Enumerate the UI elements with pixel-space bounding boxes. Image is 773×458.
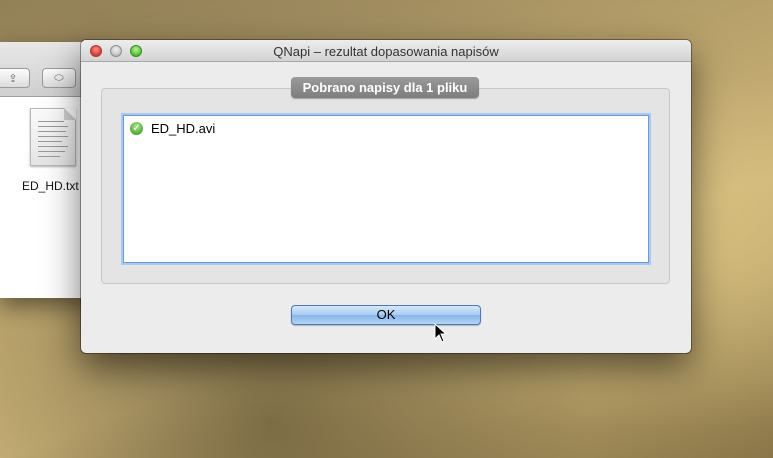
check-icon: ✓ [130, 121, 143, 135]
file-name-label[interactable]: ED_HD.txt [22, 179, 79, 193]
text-file-icon[interactable] [30, 108, 76, 166]
mouse-cursor-icon [434, 323, 448, 343]
tag-button[interactable]: ⬭ [42, 68, 76, 88]
list-item[interactable]: ✓ ED_HD.avi [130, 120, 215, 136]
share-button[interactable]: ⇪ [0, 68, 30, 88]
results-list[interactable]: ✓ ED_HD.avi [123, 115, 649, 263]
tag-icon: ⬭ [54, 71, 64, 84]
window-title: QNapi – rezultat dopasowania napisów [273, 44, 499, 59]
title-bar[interactable]: QNapi – rezultat dopasowania napisów [81, 40, 691, 62]
list-item-label: ED_HD.avi [151, 120, 216, 136]
result-dialog: QNapi – rezultat dopasowania napisów Pob… [81, 40, 691, 353]
share-icon: ⇪ [8, 72, 18, 85]
ok-button[interactable]: OK [291, 305, 481, 325]
group-title: Pobrano napisy dla 1 pliku [291, 77, 479, 98]
